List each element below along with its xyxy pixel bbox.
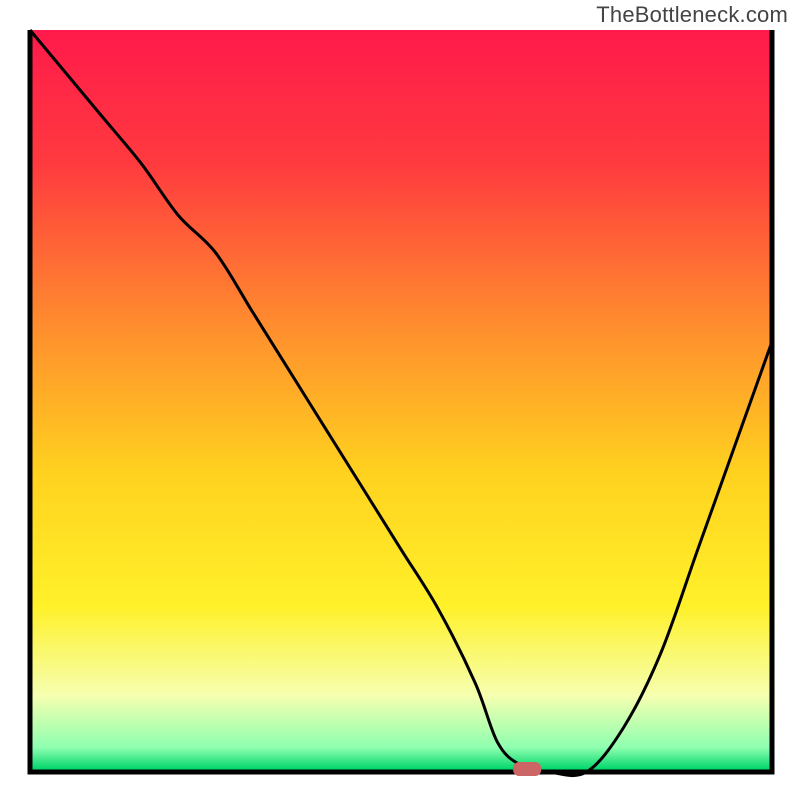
bottleneck-chart [0, 0, 800, 800]
bottleneck-marker [513, 762, 541, 776]
chart-container: TheBottleneck.com [0, 0, 800, 800]
watermark-text: TheBottleneck.com [596, 2, 788, 28]
